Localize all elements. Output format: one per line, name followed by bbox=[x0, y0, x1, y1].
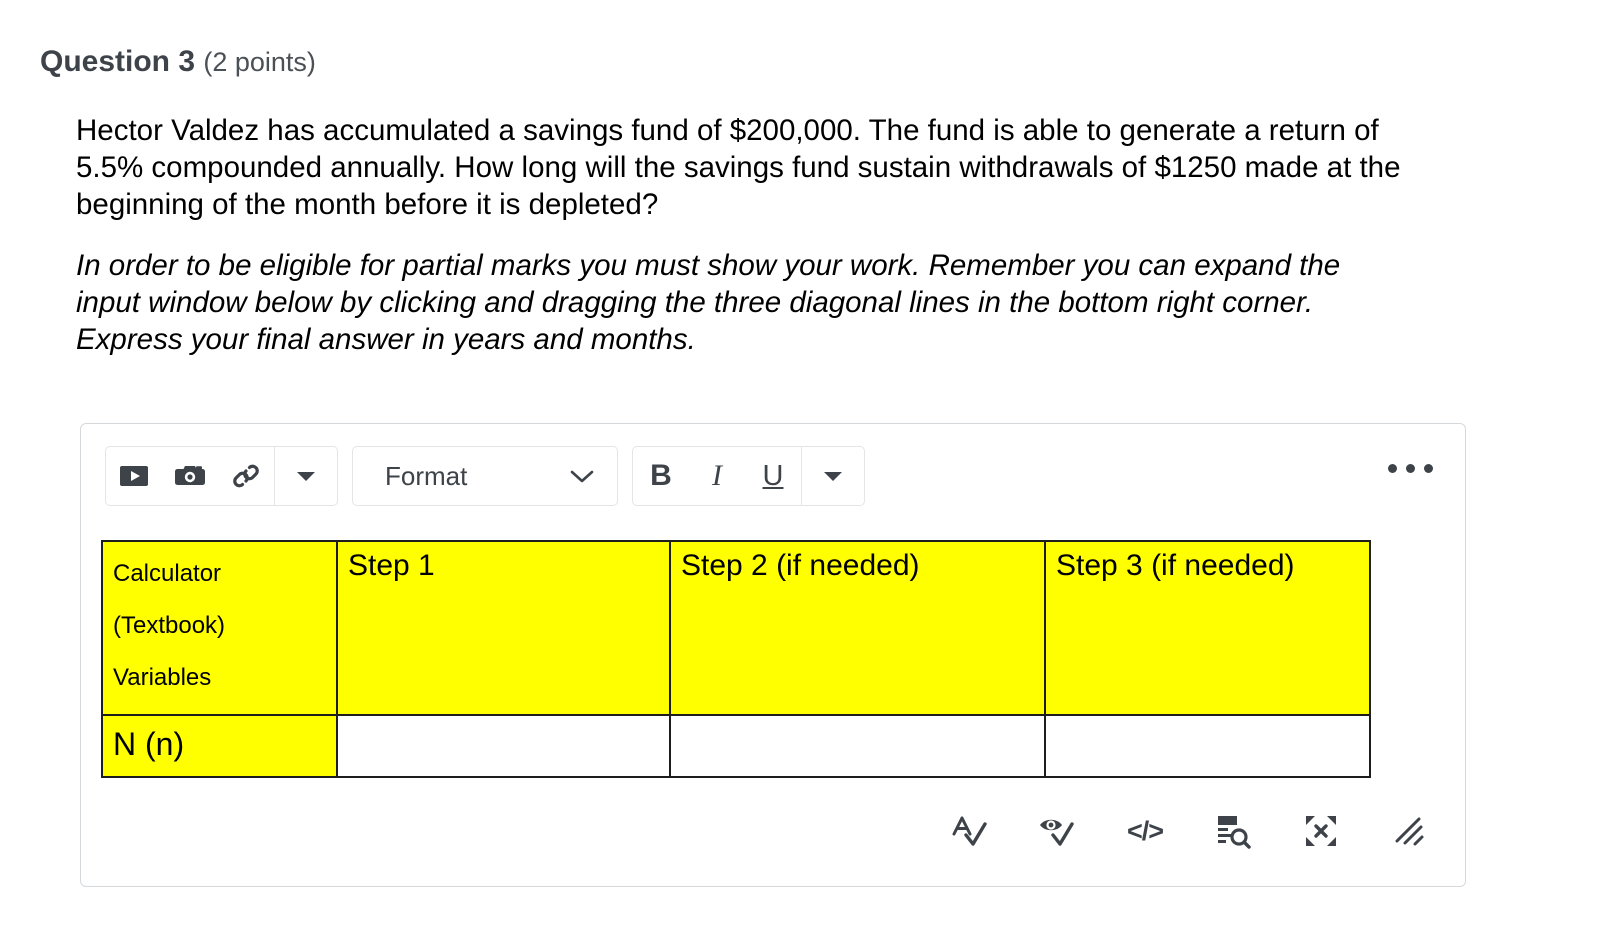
question-instructions: In order to be eligible for partial mark… bbox=[76, 249, 1341, 356]
spellcheck-icon[interactable] bbox=[947, 809, 991, 853]
row-label-text: N (n) bbox=[113, 726, 185, 762]
text-style-toolbar-group: B I U bbox=[632, 446, 865, 506]
bold-button[interactable]: B bbox=[633, 447, 689, 505]
answer-table[interactable]: Calculator (Textbook) Variables Step 1 S… bbox=[101, 540, 1371, 778]
fullscreen-icon[interactable] bbox=[1299, 809, 1343, 853]
header-line-variables: Variables bbox=[113, 664, 212, 691]
underline-label: U bbox=[762, 459, 784, 492]
table-row-label-n[interactable]: N (n) bbox=[101, 714, 338, 778]
header-label-step1: Step 1 bbox=[348, 549, 435, 582]
dot bbox=[1406, 464, 1415, 473]
word-count-icon[interactable] bbox=[1211, 809, 1255, 853]
camera-icon[interactable] bbox=[162, 447, 218, 505]
html-source-icon[interactable]: </> bbox=[1123, 809, 1167, 853]
dot bbox=[1424, 464, 1433, 473]
dot bbox=[1388, 464, 1397, 473]
italic-label: I bbox=[712, 459, 722, 492]
header-label-step3: Step 3 (if needed) bbox=[1056, 549, 1295, 582]
table-header-cell-step1[interactable]: Step 1 bbox=[336, 540, 671, 716]
link-icon[interactable] bbox=[218, 447, 274, 505]
table-cell-n-step3[interactable] bbox=[1044, 714, 1371, 778]
underline-button[interactable]: U bbox=[745, 447, 801, 505]
table-header-cell-variables[interactable]: Calculator (Textbook) Variables bbox=[101, 540, 338, 716]
italic-button[interactable]: I bbox=[689, 447, 745, 505]
header-label-step2: Step 2 (if needed) bbox=[681, 549, 920, 582]
insert-more-chevron-down-icon[interactable] bbox=[275, 447, 337, 505]
format-chevron-down-icon bbox=[569, 468, 595, 484]
page-title: Question 3 (2 points) bbox=[40, 44, 316, 80]
editor-toolbar: Format B I U bbox=[81, 424, 1465, 528]
table-cell-n-step2[interactable] bbox=[669, 714, 1046, 778]
header-line-calculator: Calculator bbox=[113, 560, 222, 587]
table-cell-n-step1[interactable] bbox=[336, 714, 671, 778]
table-header-cell-step3[interactable]: Step 3 (if needed) bbox=[1044, 540, 1371, 716]
format-select-label: Format bbox=[385, 460, 468, 491]
table-row[interactable]: Calculator (Textbook) Variables Step 1 S… bbox=[101, 540, 1371, 716]
accessibility-eye-icon[interactable] bbox=[1035, 809, 1079, 853]
format-select[interactable]: Format bbox=[352, 446, 618, 506]
video-icon[interactable] bbox=[106, 447, 162, 505]
question-number: Question 3 bbox=[40, 45, 196, 78]
resize-handle-icon[interactable] bbox=[1387, 809, 1431, 853]
toolbar-overflow-menu-icon[interactable] bbox=[1388, 464, 1433, 473]
editor-statusbar: </> bbox=[81, 776, 1465, 886]
question-body: Hector Valdez has accumulated a savings … bbox=[76, 112, 1406, 382]
question-prompt: Hector Valdez has accumulated a savings … bbox=[76, 114, 1401, 221]
header-line-textbook: (Textbook) bbox=[113, 612, 226, 639]
question-page: Question 3 (2 points) Hector Valdez has … bbox=[0, 0, 1610, 928]
editor-content-area[interactable]: Calculator (Textbook) Variables Step 1 S… bbox=[81, 540, 1465, 778]
insert-toolbar-group bbox=[105, 446, 338, 506]
question-points: (2 points) bbox=[203, 47, 316, 77]
bold-label: B bbox=[650, 459, 672, 492]
table-row[interactable]: N (n) bbox=[101, 714, 1371, 778]
text-more-chevron-down-icon[interactable] bbox=[802, 447, 864, 505]
rich-text-editor[interactable]: Format B I U Calculator (Textbook) Varia… bbox=[80, 423, 1466, 887]
table-header-cell-step2[interactable]: Step 2 (if needed) bbox=[669, 540, 1046, 716]
